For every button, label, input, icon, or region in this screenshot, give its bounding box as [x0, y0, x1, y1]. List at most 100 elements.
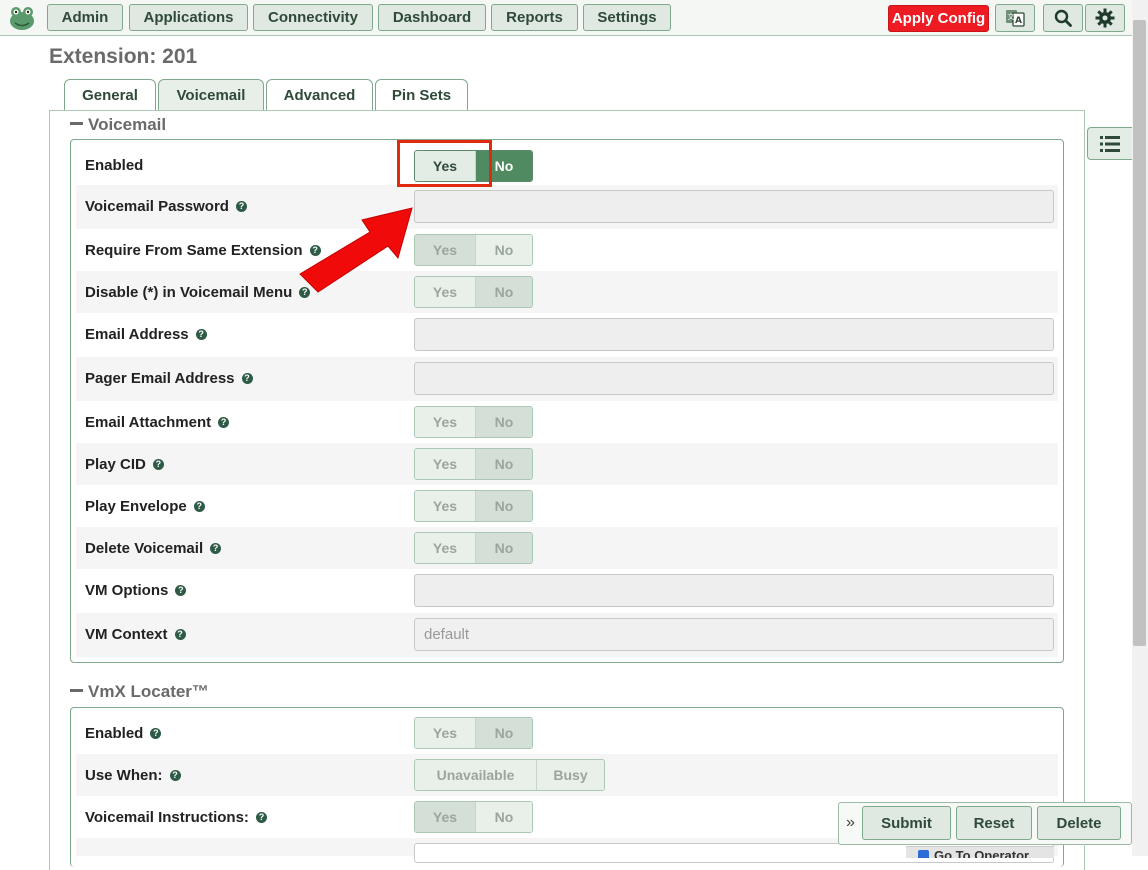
field-label: Play CID? — [85, 456, 164, 473]
email-attachment-no[interactable]: No — [475, 407, 532, 437]
help-icon[interactable]: ? — [175, 585, 187, 596]
disable-star-no[interactable]: No — [475, 277, 532, 307]
nav-dashboard[interactable]: Dashboard — [378, 4, 486, 31]
play-cid-toggle: Yes No — [414, 448, 533, 480]
svg-text:文: 文 — [1008, 12, 1015, 21]
vm-password-input[interactable] — [414, 190, 1054, 223]
page-title: Extension: 201 — [49, 45, 198, 68]
nav-connectivity[interactable]: Connectivity — [253, 4, 373, 31]
delete-button[interactable]: Delete — [1037, 806, 1121, 840]
row-vm-enabled: Enabled — [76, 145, 1058, 185]
settings-button[interactable] — [1085, 4, 1125, 32]
expand-icon[interactable]: » — [846, 814, 855, 832]
help-icon[interactable]: ? — [241, 373, 253, 384]
search-button[interactable] — [1043, 4, 1083, 32]
row-vmx-enabled: Enabled? — [76, 712, 1058, 754]
vmx-section-header[interactable]: VmX Locater™ — [70, 682, 209, 702]
email-attachment-toggle: Yes No — [414, 406, 533, 438]
vmx-enabled-toggle: Yes No — [414, 717, 533, 749]
delete-vm-yes[interactable]: Yes — [415, 533, 475, 563]
tab-pin-sets[interactable]: Pin Sets — [375, 79, 468, 111]
play-envelope-toggle: Yes No — [414, 490, 533, 522]
collapse-icon — [70, 122, 83, 126]
arrow-annotation-icon — [299, 207, 413, 293]
reset-button[interactable]: Reset — [956, 806, 1032, 840]
field-label: Voicemail Password? — [85, 198, 247, 215]
apply-config-button[interactable]: Apply Config — [888, 5, 989, 32]
email-input[interactable] — [414, 318, 1054, 351]
field-label: Pager Email Address? — [85, 370, 253, 387]
help-icon[interactable]: ? — [195, 329, 207, 340]
vmx-enabled-yes[interactable]: Yes — [415, 718, 475, 748]
help-icon[interactable]: ? — [210, 543, 222, 554]
use-when-unavailable[interactable]: Unavailable — [415, 760, 536, 790]
vm-options-input[interactable] — [414, 574, 1054, 607]
help-icon[interactable]: ? — [235, 201, 247, 212]
delete-vm-toggle: Yes No — [414, 532, 533, 564]
help-icon[interactable]: ? — [152, 459, 164, 470]
checkbox-checked-icon — [918, 850, 929, 858]
field-label: Email Address? — [85, 326, 207, 343]
tab-general[interactable]: General — [64, 79, 156, 111]
vm-instructions-no[interactable]: No — [475, 802, 532, 832]
nav-applications[interactable]: Applications — [129, 4, 248, 31]
nav-admin[interactable]: Admin — [47, 4, 123, 31]
goto-operator-label: Go To Operator — [934, 848, 1030, 858]
disable-star-toggle: Yes No — [414, 276, 533, 308]
field-label: Enabled? — [85, 725, 162, 742]
help-icon[interactable]: ? — [255, 812, 267, 823]
email-attachment-yes[interactable]: Yes — [415, 407, 475, 437]
frog-logo-icon[interactable] — [8, 5, 36, 31]
require-same-ext-yes[interactable]: Yes — [415, 235, 475, 265]
scrollbar-thumb[interactable] — [1133, 20, 1146, 646]
help-icon[interactable]: ? — [169, 770, 181, 781]
field-label: Enabled — [85, 157, 144, 174]
language-button[interactable]: A 文 — [995, 4, 1035, 32]
help-icon[interactable]: ? — [174, 629, 186, 640]
goto-operator-checkbox[interactable]: Go To Operator — [906, 846, 1054, 858]
section-title-text: VmX Locater™ — [88, 682, 209, 701]
help-icon[interactable]: ? — [150, 728, 162, 739]
nav-settings[interactable]: Settings — [583, 4, 671, 31]
section-title-text: Voicemail — [88, 115, 167, 134]
vm-context-input[interactable]: default — [414, 618, 1054, 651]
use-when-toggle: Unavailable Busy — [414, 759, 605, 791]
field-label: Disable (*) in Voicemail Menu? — [85, 284, 311, 301]
svg-text:A: A — [1015, 16, 1022, 26]
vm-context-placeholder: default — [424, 626, 470, 643]
side-nav-toggle[interactable] — [1087, 127, 1132, 160]
field-label: Use When:? — [85, 767, 181, 784]
field-label: Delete Voicemail? — [85, 540, 222, 557]
voicemail-section-header[interactable]: Voicemail — [70, 115, 166, 135]
row-require-same-ext: Require From Same Extension? — [76, 229, 1058, 271]
nav-reports[interactable]: Reports — [491, 4, 578, 31]
play-envelope-yes[interactable]: Yes — [415, 491, 475, 521]
field-label: VM Context? — [85, 626, 186, 643]
highlight-annotation — [397, 140, 492, 187]
tab-advanced[interactable]: Advanced — [266, 79, 373, 111]
help-icon[interactable]: ? — [218, 417, 230, 428]
row-play-envelope: Play Envelope? — [76, 485, 1058, 527]
tab-voicemail[interactable]: Voicemail — [158, 79, 264, 111]
play-cid-yes[interactable]: Yes — [415, 449, 475, 479]
field-label: Voicemail Instructions:? — [85, 809, 267, 826]
row-disable-star: Disable (*) in Voicemail Menu? — [76, 271, 1058, 313]
field-label: Require From Same Extension? — [85, 242, 321, 259]
submit-button[interactable]: Submit — [862, 806, 951, 840]
help-icon[interactable]: ? — [193, 501, 205, 512]
play-envelope-no[interactable]: No — [475, 491, 532, 521]
vm-instructions-yes[interactable]: Yes — [415, 802, 475, 832]
require-same-ext-no[interactable]: No — [475, 235, 532, 265]
delete-vm-no[interactable]: No — [475, 533, 532, 563]
pager-email-input[interactable] — [414, 362, 1054, 395]
translate-icon: A 文 — [1006, 10, 1025, 27]
use-when-busy[interactable]: Busy — [536, 760, 604, 790]
play-cid-no[interactable]: No — [475, 449, 532, 479]
search-icon — [1054, 9, 1072, 27]
vmx-enabled-no[interactable]: No — [475, 718, 532, 748]
field-label: Email Attachment? — [85, 414, 230, 431]
disable-star-yes[interactable]: Yes — [415, 277, 475, 307]
gear-icon — [1095, 8, 1115, 28]
top-navbar: Admin Applications Connectivity Dashboar… — [0, 0, 1132, 36]
vm-instructions-toggle: Yes No — [414, 801, 533, 833]
